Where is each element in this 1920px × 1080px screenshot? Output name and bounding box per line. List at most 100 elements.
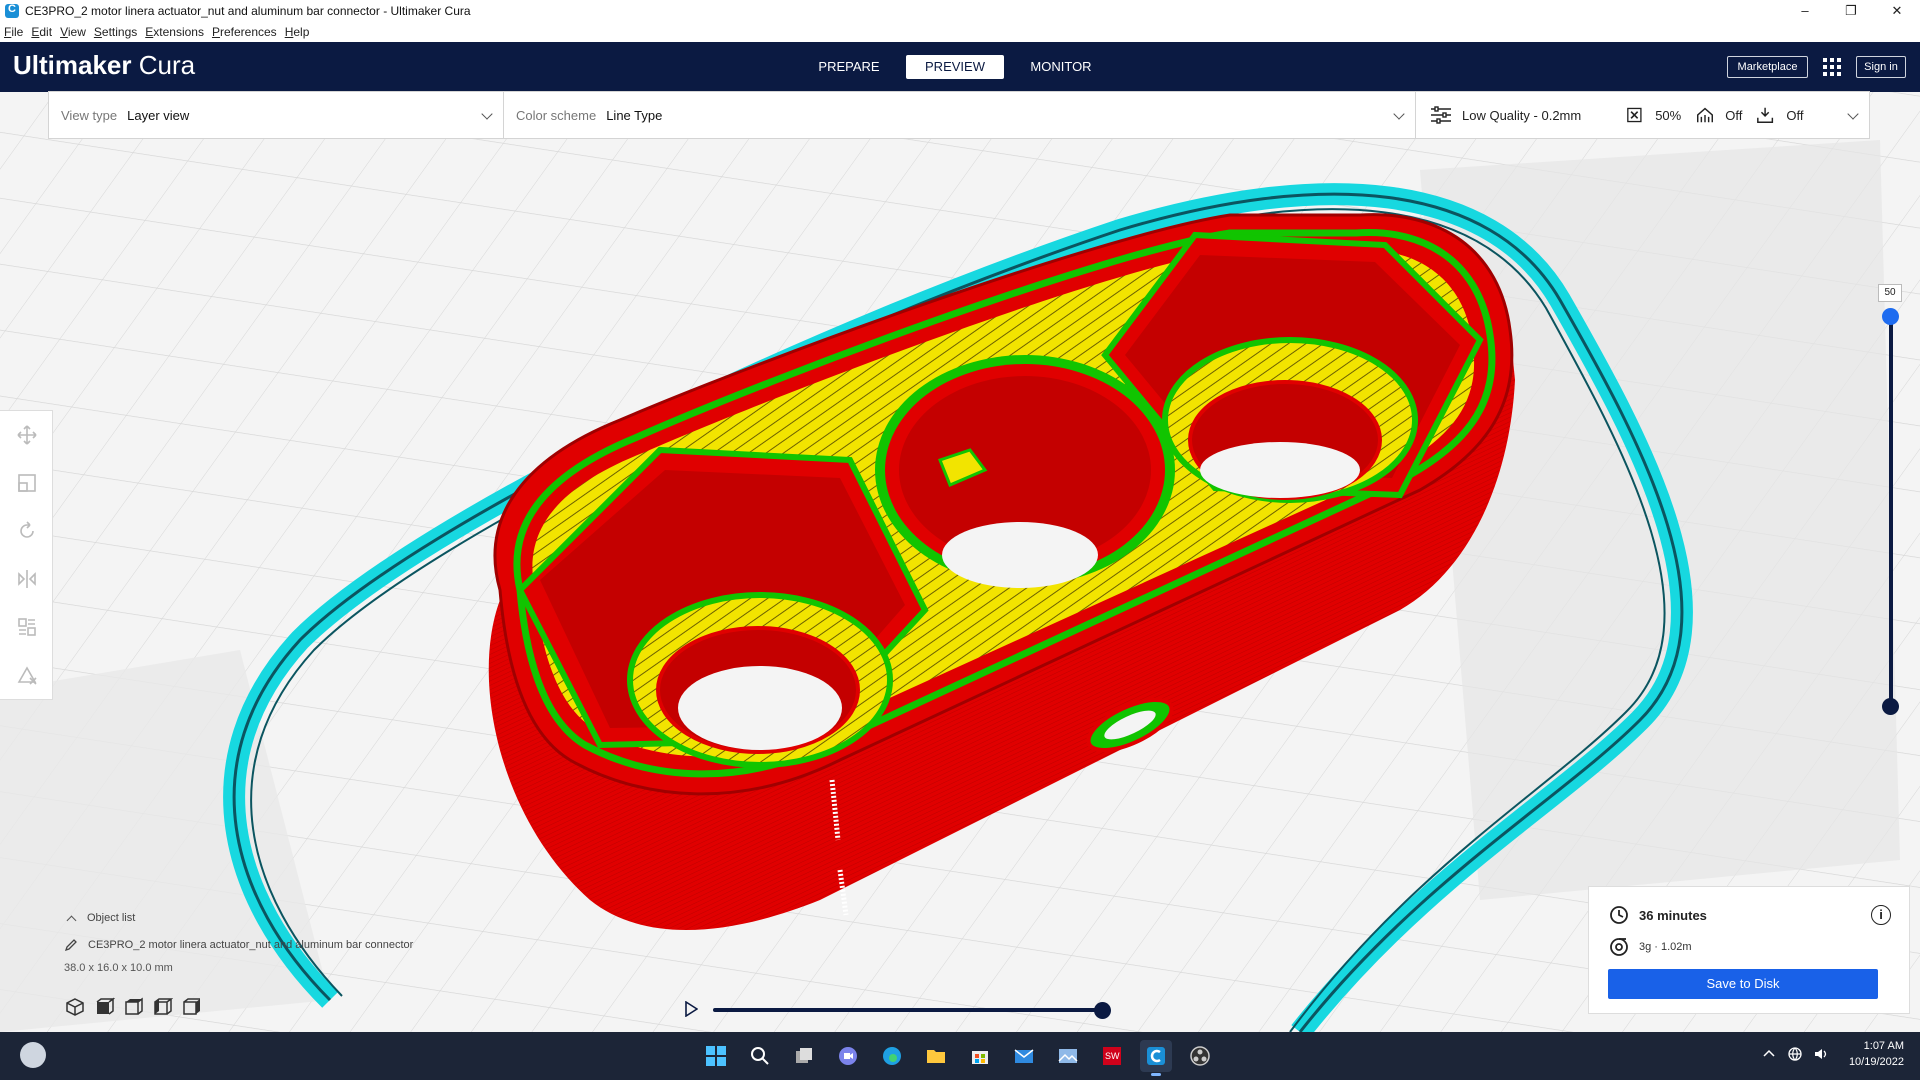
- menu-edit[interactable]: Edit: [31, 25, 52, 39]
- simulation-slider-handle[interactable]: [1094, 1002, 1111, 1019]
- tab-prepare[interactable]: PREPARE: [800, 55, 898, 79]
- rotate-tool-icon[interactable]: [0, 507, 53, 555]
- view-toolbar: View type Layer view Color scheme Line T…: [48, 91, 1870, 139]
- left-toolbar: [0, 410, 53, 700]
- apps-grid-icon[interactable]: [1823, 58, 1841, 76]
- infill-value: 50%: [1655, 107, 1682, 123]
- marketplace-button[interactable]: Marketplace: [1727, 56, 1808, 78]
- object-list-title: Object list: [87, 912, 136, 924]
- sign-in-button[interactable]: Sign in: [1856, 56, 1906, 78]
- maximize-button[interactable]: ❐: [1828, 0, 1874, 22]
- clock-date: 10/19/2022: [1848, 1056, 1904, 1068]
- chevron-down-icon: [481, 108, 493, 120]
- clock-icon: [1610, 906, 1628, 924]
- sliders-icon: [1431, 106, 1451, 124]
- menu-file[interactable]: File: [4, 25, 23, 39]
- camera-view-buttons: [64, 996, 209, 1018]
- edge-browser-icon[interactable]: [876, 1040, 908, 1072]
- print-time: 36 minutes: [1639, 907, 1707, 923]
- svg-text:SW: SW: [1105, 1051, 1120, 1061]
- close-button[interactable]: ✕: [1874, 0, 1920, 22]
- network-globe-icon[interactable]: [1787, 1046, 1803, 1062]
- cura-app-icon: [5, 3, 19, 18]
- simulation-slider-track[interactable]: [713, 1008, 1103, 1012]
- search-icon[interactable]: [744, 1040, 776, 1072]
- minimize-button[interactable]: –: [1782, 0, 1828, 22]
- print-time-row: 36 minutes: [1609, 905, 1707, 925]
- taskbar-clock[interactable]: 1:07 AM 10/19/2022: [1849, 1038, 1904, 1070]
- photos-icon[interactable]: [1052, 1040, 1084, 1072]
- left-view-icon[interactable]: [151, 996, 173, 1018]
- task-view-icon[interactable]: [788, 1040, 820, 1072]
- obs-icon[interactable]: [1184, 1040, 1216, 1072]
- adhesion-value: Off: [1786, 107, 1804, 123]
- file-explorer-icon[interactable]: [920, 1040, 952, 1072]
- 3d-view-icon[interactable]: [64, 996, 86, 1018]
- top-view-icon[interactable]: [122, 996, 144, 1018]
- app-header: Ultimaker Cura PREPARE PREVIEW MONITOR M…: [0, 42, 1920, 92]
- menu-extensions[interactable]: Extensions: [145, 25, 204, 39]
- weather-icon[interactable]: [20, 1042, 46, 1068]
- support-blocker-icon[interactable]: [0, 651, 53, 699]
- window-controls: – ❐ ✕: [1782, 0, 1920, 22]
- object-list: Object list CE3PRO_2 motor linera actuat…: [60, 912, 520, 974]
- info-icon[interactable]: i: [1871, 905, 1891, 925]
- object-list-item[interactable]: CE3PRO_2 motor linera actuator_nut and a…: [60, 938, 520, 952]
- object-name: CE3PRO_2 motor linera actuator_nut and a…: [88, 939, 414, 951]
- color-scheme-dropdown[interactable]: Color scheme Line Type: [504, 92, 1416, 138]
- infill-icon: [1627, 107, 1642, 123]
- tab-preview[interactable]: PREVIEW: [906, 55, 1004, 79]
- window-titlebar: CE3PRO_2 motor linera actuator_nut and a…: [0, 0, 1920, 22]
- taskbar-apps: SW: [700, 1040, 1228, 1076]
- tab-monitor[interactable]: MONITOR: [1012, 55, 1110, 79]
- solidworks-icon[interactable]: SW: [1096, 1040, 1128, 1072]
- play-icon[interactable]: [684, 1001, 698, 1017]
- layer-number[interactable]: 50: [1878, 284, 1902, 302]
- menu-view[interactable]: View: [60, 25, 86, 39]
- chevron-up-icon: [66, 915, 77, 925]
- move-tool-icon[interactable]: [0, 411, 53, 459]
- per-model-settings-icon[interactable]: [0, 603, 53, 651]
- adhesion-icon: [1757, 107, 1774, 123]
- chevron-up-icon[interactable]: [1761, 1046, 1777, 1062]
- chevron-down-icon: [1393, 108, 1405, 120]
- color-scheme-value: Line Type: [606, 107, 663, 123]
- windows-taskbar: SW 1:07 AM 10/19/2022: [0, 1032, 1920, 1080]
- system-tray: 1:07 AM 10/19/2022: [1751, 1038, 1904, 1070]
- microsoft-store-icon[interactable]: [964, 1040, 996, 1072]
- layer-slider-track[interactable]: [1889, 314, 1893, 706]
- front-view-icon[interactable]: [93, 996, 115, 1018]
- pencil-icon[interactable]: [64, 938, 78, 952]
- print-settings-dropdown[interactable]: Low Quality - 0.2mm 50% Off Off: [1416, 92, 1869, 138]
- scale-tool-icon[interactable]: [0, 459, 53, 507]
- volume-icon[interactable]: [1813, 1046, 1829, 1062]
- material-usage: 3g · 1.02m: [1639, 941, 1692, 953]
- window-title: CE3PRO_2 motor linera actuator_nut and a…: [25, 4, 471, 18]
- menu-preferences[interactable]: Preferences: [212, 25, 277, 39]
- menu-bar: File Edit View Settings Extensions Prefe…: [0, 22, 1920, 42]
- print-info-panel: 36 minutes 3g · 1.02m i Save to Disk: [1588, 886, 1910, 1014]
- object-dimensions: 38.0 x 16.0 x 10.0 mm: [64, 962, 173, 974]
- windows-start-icon[interactable]: [700, 1040, 732, 1072]
- support-value: Off: [1725, 107, 1743, 123]
- spool-icon: [1610, 938, 1628, 956]
- 3d-viewport[interactable]: 50 Object list CE3PRO_2 motor linera act…: [0, 92, 1920, 1032]
- material-row: 3g · 1.02m: [1609, 937, 1692, 957]
- save-to-disk-button[interactable]: Save to Disk: [1608, 969, 1878, 999]
- view-type-dropdown[interactable]: View type Layer view: [49, 92, 504, 138]
- layer-slider[interactable]: 50: [1872, 284, 1912, 724]
- menu-settings[interactable]: Settings: [94, 25, 137, 39]
- chevron-down-icon: [1847, 108, 1859, 120]
- layer-slider-bottom-handle[interactable]: [1882, 698, 1899, 715]
- stage-tabs: PREPARE PREVIEW MONITOR: [800, 55, 1118, 79]
- menu-help[interactable]: Help: [285, 25, 310, 39]
- cura-taskbar-icon[interactable]: [1140, 1040, 1172, 1076]
- teams-chat-icon[interactable]: [832, 1040, 864, 1072]
- layer-slider-top-handle[interactable]: [1882, 308, 1899, 325]
- mail-icon[interactable]: [1008, 1040, 1040, 1072]
- mirror-tool-icon[interactable]: [0, 555, 53, 603]
- right-view-icon[interactable]: [180, 996, 202, 1018]
- view-type-value: Layer view: [127, 107, 190, 123]
- ultimaker-cura-logo: Ultimaker Cura: [13, 50, 196, 80]
- object-list-header[interactable]: Object list: [60, 912, 520, 925]
